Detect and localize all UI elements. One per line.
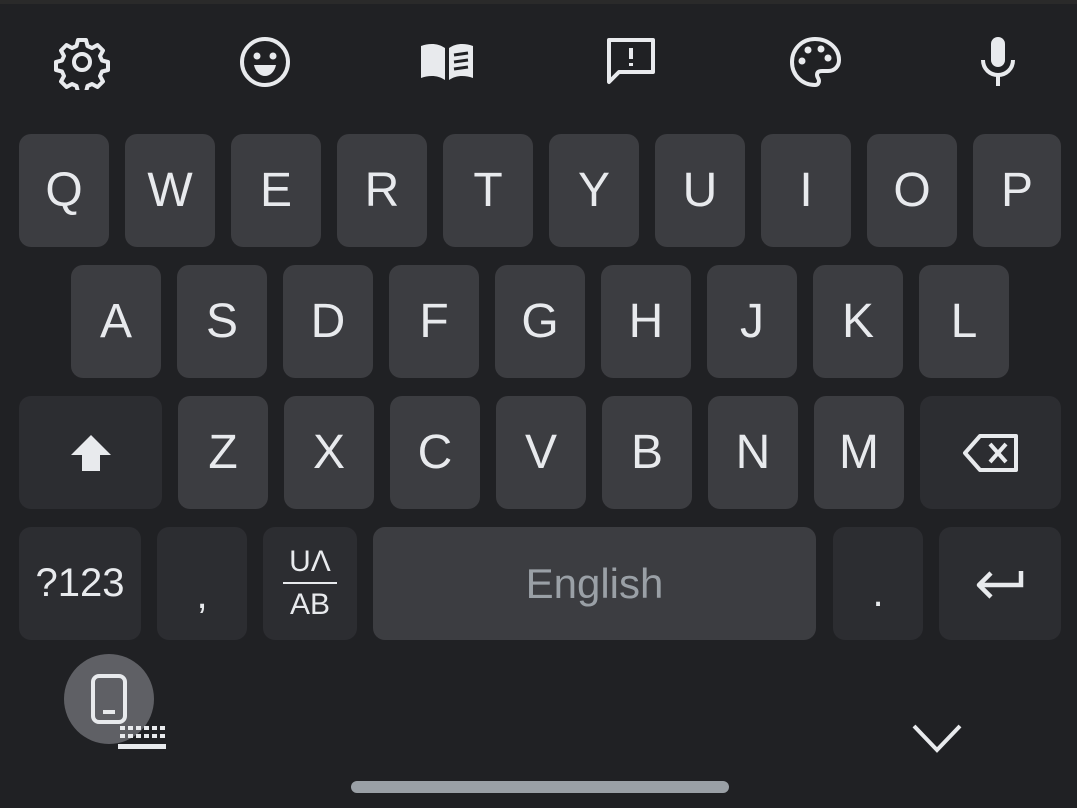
palette-icon[interactable]: [785, 32, 845, 92]
backspace-key[interactable]: [920, 396, 1061, 509]
key-label: Y: [577, 163, 610, 217]
keyboard-switch-icon[interactable]: [116, 722, 170, 758]
key-label: Q: [45, 163, 83, 217]
key-label: R: [364, 163, 400, 217]
key-b[interactable]: B: [602, 396, 692, 509]
key-j[interactable]: J: [707, 265, 797, 378]
key-label: T: [473, 163, 503, 217]
key-x[interactable]: X: [284, 396, 374, 509]
symbols-label: ?123: [35, 561, 125, 605]
keyboard: Q W E R T Y U I O P A S D F G H J K L Z …: [0, 0, 1077, 808]
key-label: V: [524, 425, 557, 479]
key-label: O: [893, 163, 931, 217]
backspace-icon: [962, 433, 1018, 472]
key-label: G: [521, 294, 559, 348]
key-label: X: [312, 425, 345, 479]
key-t[interactable]: T: [443, 134, 533, 247]
phone-icon: [91, 674, 127, 724]
feedback-icon[interactable]: [601, 32, 661, 92]
key-label: C: [417, 425, 453, 479]
key-label: F: [419, 294, 449, 348]
top-border: [0, 0, 1077, 4]
key-v[interactable]: V: [496, 396, 586, 509]
period-label: .: [872, 571, 884, 615]
transliteration-key[interactable]: UΛ AB: [263, 527, 357, 640]
key-i[interactable]: I: [761, 134, 851, 247]
enter-arrow-icon: [976, 570, 1024, 599]
key-label: S: [205, 294, 238, 348]
key-l[interactable]: L: [919, 265, 1009, 378]
key-label: N: [735, 425, 771, 479]
key-label: P: [1000, 163, 1033, 217]
key-y[interactable]: Y: [549, 134, 639, 247]
gear-icon[interactable]: [52, 32, 112, 92]
key-label: K: [841, 294, 874, 348]
key-f[interactable]: F: [389, 265, 479, 378]
key-q[interactable]: Q: [19, 134, 109, 247]
transliteration-label: UΛ AB: [283, 547, 337, 620]
key-a[interactable]: A: [71, 265, 161, 378]
key-h[interactable]: H: [601, 265, 691, 378]
transliteration-divider: [283, 582, 337, 584]
key-r[interactable]: R: [337, 134, 427, 247]
key-d[interactable]: D: [283, 265, 373, 378]
shift-key[interactable]: [19, 396, 162, 509]
key-label: M: [839, 425, 879, 479]
open-book-icon[interactable]: [417, 32, 477, 92]
key-g[interactable]: G: [495, 265, 585, 378]
key-label: E: [259, 163, 292, 217]
key-label: L: [950, 294, 978, 348]
key-label: U: [682, 163, 718, 217]
key-z[interactable]: Z: [178, 396, 268, 509]
key-e[interactable]: E: [231, 134, 321, 247]
microphone-icon[interactable]: [968, 32, 1028, 92]
space-label: English: [525, 559, 664, 607]
period-key[interactable]: .: [833, 527, 923, 640]
key-m[interactable]: M: [814, 396, 904, 509]
key-label: B: [630, 425, 663, 479]
key-w[interactable]: W: [125, 134, 215, 247]
enter-key[interactable]: [939, 527, 1061, 640]
smiley-icon[interactable]: [235, 32, 295, 92]
comma-label: ,: [196, 573, 208, 617]
navigation-handle[interactable]: [351, 781, 729, 793]
key-p[interactable]: P: [973, 134, 1061, 247]
symbols-key[interactable]: ?123: [19, 527, 141, 640]
key-label: I: [799, 163, 813, 217]
key-c[interactable]: C: [390, 396, 480, 509]
shift-arrow-icon: [70, 434, 111, 471]
transliteration-bottom: AB: [289, 588, 331, 621]
key-s[interactable]: S: [177, 265, 267, 378]
key-label: Z: [208, 425, 238, 479]
key-n[interactable]: N: [708, 396, 798, 509]
key-k[interactable]: K: [813, 265, 903, 378]
key-label: H: [628, 294, 664, 348]
key-label: D: [310, 294, 346, 348]
collapse-keyboard-icon[interactable]: [908, 716, 966, 760]
key-o[interactable]: O: [867, 134, 957, 247]
space-key[interactable]: English: [373, 527, 816, 640]
key-label: W: [147, 163, 193, 217]
comma-key[interactable]: ,: [157, 527, 247, 640]
key-label: A: [99, 294, 132, 348]
key-u[interactable]: U: [655, 134, 745, 247]
key-label: J: [740, 294, 764, 348]
transliteration-top: UΛ: [289, 545, 331, 578]
